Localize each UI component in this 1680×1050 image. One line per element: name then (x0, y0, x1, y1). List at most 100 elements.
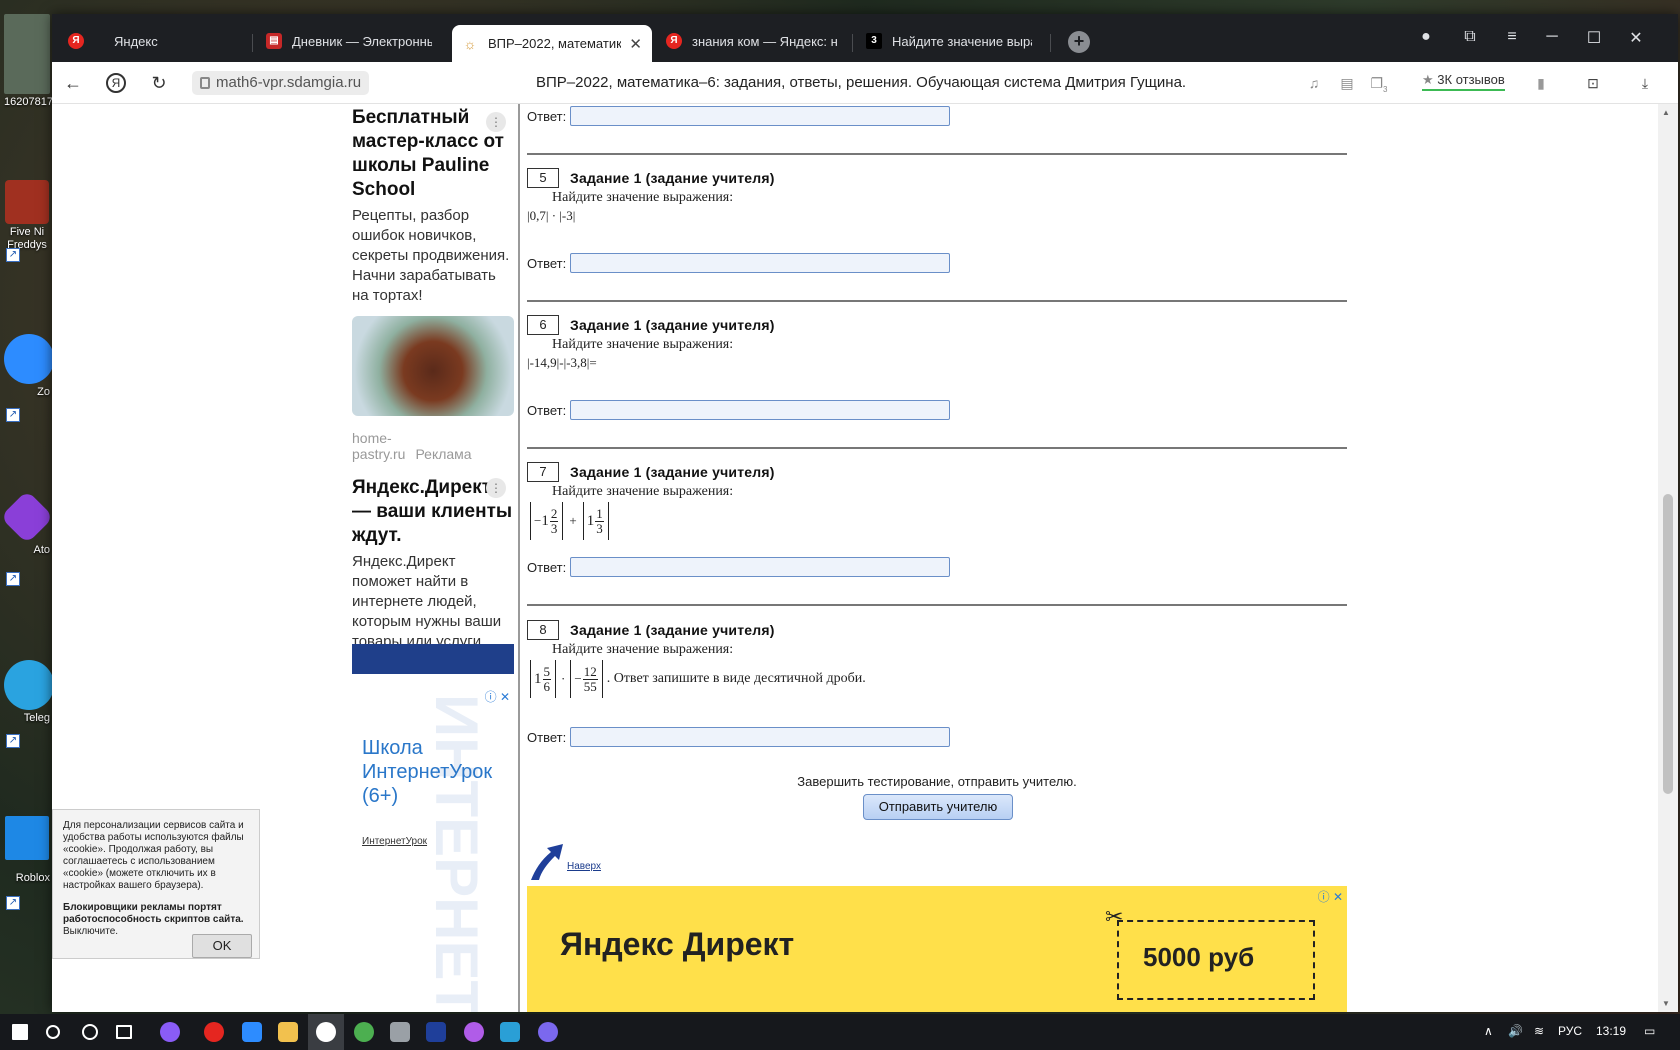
abs-bar (530, 502, 531, 540)
desktop-icon-telegram[interactable]: Teleg (4, 660, 54, 725)
reader-mode-icon[interactable]: ▤ (1338, 75, 1356, 91)
internet-urok-ad[interactable]: ИНТЕРНЕТ ⓘ ✕ Школа ИнтернетУрок (6+) Инт… (352, 644, 514, 1012)
explorer-icon[interactable] (278, 1022, 298, 1042)
vertical-scrollbar[interactable]: ▲ ▼ (1658, 104, 1678, 1012)
answer-input[interactable] (570, 106, 951, 126)
ad-menu-icon[interactable]: ⋮ (486, 478, 506, 498)
reviews-badge[interactable]: ★ 3К отзывов (1422, 72, 1505, 91)
tab-znaniya[interactable]: Я знания ком — Яндекс: на (656, 24, 848, 58)
back-to-top[interactable]: Наверх (527, 840, 601, 882)
numerator: 1 (595, 505, 604, 522)
back-arrow-icon[interactable]: ← (62, 72, 84, 94)
scroll-down-icon[interactable]: ▼ (1662, 999, 1670, 1008)
answer-input[interactable] (570, 727, 951, 747)
ad-menu-icon[interactable]: ⋮ (486, 112, 506, 132)
alice-icon[interactable] (160, 1022, 180, 1042)
shortcut-arrow-icon: ↗ (6, 572, 20, 586)
cookie-ok-button[interactable]: OK (192, 934, 252, 958)
ad-cake-image[interactable] (352, 316, 514, 416)
answer-row: Ответ: (527, 106, 951, 126)
abs-bar (601, 660, 603, 698)
wifi-icon[interactable]: ≋ (1534, 1024, 1544, 1038)
ad-info-icon[interactable]: ⓘ ✕ (1318, 888, 1343, 905)
address-bar: ← Я ↻ math6-vpr.sdamgia.ru ВПР–2022, мат… (52, 62, 1678, 104)
chrome-icon[interactable] (354, 1022, 374, 1042)
task-heading: Задание 1 (задание учителя) (570, 317, 775, 333)
tabs-counter-icon[interactable]: ❐3 (1370, 75, 1388, 94)
minimize-icon[interactable]: ─ (1542, 28, 1562, 46)
cortana-icon[interactable] (82, 1024, 98, 1040)
tab-vpr-active[interactable]: ☼ ВПР–2022, математика– ✕ (452, 25, 652, 62)
download-icon[interactable]: ⤓ (1636, 75, 1654, 91)
input-language[interactable]: РУС (1558, 1024, 1582, 1038)
scroll-up-icon[interactable]: ▲ (1662, 108, 1670, 117)
atom-taskbar-icon[interactable] (464, 1022, 484, 1042)
task-view-icon[interactable] (116, 1025, 132, 1039)
desktop-icon-atom[interactable]: Ato (0, 490, 54, 557)
tab-naidite[interactable]: 3 Найдите значение выраж (856, 24, 1042, 58)
ad-text[interactable]: Рецепты, разбор ошибок новичков, секреты… (352, 206, 514, 306)
zoom-taskbar-icon[interactable] (242, 1022, 262, 1042)
ad-text[interactable]: Яндекс.Директ поможет найти в интернете … (352, 552, 514, 652)
yandex-icon[interactable] (204, 1022, 224, 1042)
task-expression-fractions: − 1 23 + 1 13 (527, 502, 612, 540)
steam-icon[interactable] (426, 1022, 446, 1042)
shortcut-arrow-icon: ↗ (6, 248, 20, 262)
whole-part: 1 (586, 512, 595, 529)
yandex-browser-icon[interactable] (316, 1022, 336, 1042)
tab-title: Дневник — Электронный (292, 33, 432, 49)
multiply-sign: · (561, 671, 566, 686)
profile-icon[interactable]: ● (1416, 28, 1436, 46)
viber-icon[interactable] (538, 1022, 558, 1042)
close-tab-icon[interactable]: ✕ (629, 35, 642, 53)
desktop-icon-zoom[interactable]: Zo (4, 334, 54, 399)
search-icon[interactable] (46, 1025, 60, 1039)
new-tab-button[interactable]: + (1068, 31, 1090, 53)
minus-sign: − (574, 671, 582, 686)
fraction: 56 (542, 663, 551, 694)
url-field[interactable]: math6-vpr.sdamgia.ru (192, 71, 370, 95)
send-to-teacher-button[interactable]: Отправить учителю (863, 794, 1013, 820)
mixed-number: − 1 23 (534, 506, 559, 536)
clock[interactable]: 13:19 (1596, 1024, 1626, 1038)
tab-yandex[interactable]: Я Яндекс (58, 24, 218, 58)
finish-text: Завершить тестирование, отправить учител… (797, 774, 1077, 789)
windows-start-icon[interactable] (12, 1024, 28, 1040)
reload-icon[interactable]: ↻ (148, 72, 170, 94)
desktop-icon-fnaf[interactable]: Five Ni Freddys (4, 180, 50, 252)
collections-icon[interactable]: ⧉ (1460, 28, 1480, 46)
bookmark-icon[interactable]: ▮ (1532, 75, 1550, 91)
shield-icon[interactable] (390, 1022, 410, 1042)
close-window-icon[interactable]: ✕ (1626, 28, 1646, 48)
numerator: 5 (542, 663, 551, 680)
notifications-icon[interactable]: ▭ (1644, 1024, 1655, 1038)
maximize-icon[interactable]: ☐ (1584, 28, 1604, 48)
headphones-icon[interactable]: ♫ (1305, 75, 1323, 91)
tray-chevron-icon[interactable]: ∧ (1484, 1024, 1493, 1038)
yandex-direct-banner[interactable]: ⓘ ✕ Яндекс Директ ✂ 5000 руб (527, 886, 1347, 1012)
tab-title: знания ком — Яндекс: на (692, 33, 838, 49)
answer-input[interactable] (570, 557, 951, 577)
extensions-icon[interactable]: ⊡ (1584, 75, 1602, 91)
scrollbar-thumb[interactable] (1663, 494, 1673, 794)
ad-info-icon[interactable]: ⓘ ✕ (485, 688, 510, 705)
answer-input[interactable] (570, 253, 951, 273)
ad-source[interactable]: ИнтернетУрок (362, 836, 427, 847)
minus-sign: − (534, 513, 542, 528)
browser-window: Я Яндекс ▤ Дневник — Электронный ☼ ВПР–2… (52, 14, 1678, 1012)
ad-source[interactable]: home-pastry.ru (352, 430, 405, 462)
desktop-icon-roblox[interactable]: Roblox (4, 816, 50, 885)
ad-title[interactable]: Школа ИнтернетУрок (6+) (362, 736, 514, 808)
task-question: Найдите значение выражения: (552, 642, 734, 657)
photos-icon[interactable] (500, 1022, 520, 1042)
tab-dnevnik[interactable]: ▤ Дневник — Электронный (256, 24, 442, 58)
answer-input[interactable] (570, 400, 951, 420)
top-link-text[interactable]: Наверх (567, 861, 601, 872)
znaniya-favicon-icon: 3 (866, 33, 882, 49)
fraction: 13 (595, 505, 604, 536)
menu-icon[interactable]: ≡ (1502, 28, 1522, 46)
volume-icon[interactable]: 🔊 (1508, 1024, 1523, 1038)
desktop-icon-file[interactable]: 16207817 (4, 14, 53, 109)
adblock-warning-bold: Блокировщики рекламы портят работоспособ… (63, 902, 244, 925)
yandex-home-icon[interactable]: Я (106, 73, 126, 93)
